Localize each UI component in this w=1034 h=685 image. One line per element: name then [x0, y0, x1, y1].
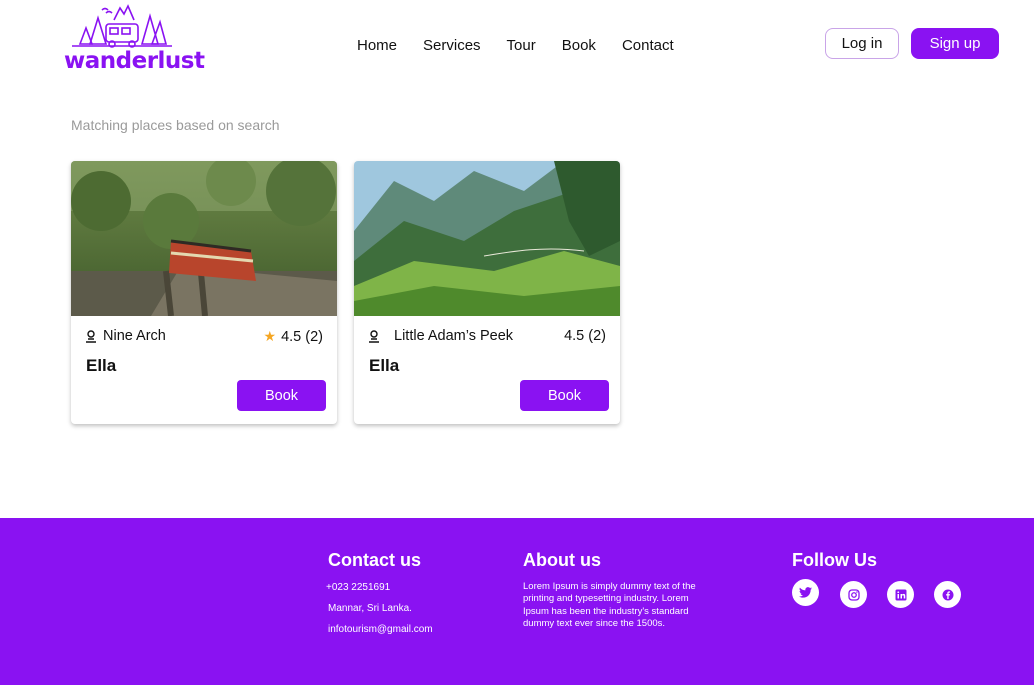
rating: 4.5 (2)	[564, 328, 606, 344]
nav-contact[interactable]: Contact	[622, 37, 674, 54]
star-icon: ★	[263, 328, 277, 344]
nav-home[interactable]: Home	[357, 37, 397, 54]
instagram-icon[interactable]	[840, 581, 867, 608]
main-nav: Home Services Tour Book Contact	[357, 37, 700, 54]
footer: Contact us +023 2251691 Mannar, Sri Lank…	[0, 518, 1034, 685]
contact-phone[interactable]: +023 2251691	[326, 582, 390, 593]
rating-value: 4.5 (2)	[281, 328, 323, 345]
logo-graphic-icon	[72, 4, 172, 48]
signup-button[interactable]: Sign up	[911, 28, 999, 59]
place-label: Nine Arch	[103, 328, 166, 344]
place-card[interactable]: Nine Arch ★ 4.5 (2) Ella Book	[71, 161, 337, 424]
place-card[interactable]: Little Adam’s Peek 4.5 (2) Ella Book	[354, 161, 620, 424]
book-button[interactable]: Book	[520, 380, 609, 411]
nav-services[interactable]: Services	[423, 37, 481, 54]
about-text: Lorem Ipsum is simply dummy text of the …	[523, 581, 696, 630]
place-label: Little Adam’s Peek	[394, 328, 514, 344]
location-pin-icon	[86, 329, 96, 343]
little-adams-peak-photo	[354, 161, 620, 316]
place-name: Nine Arch	[85, 328, 166, 344]
location-pin-icon	[369, 329, 379, 343]
contact-email[interactable]: infotourism@gmail.com	[328, 624, 433, 635]
place-name: Little Adam’s Peek	[368, 328, 513, 344]
nine-arch-photo	[71, 161, 337, 316]
page: wanderlust Home Services Tour Book Conta…	[0, 0, 1034, 685]
contact-title: Contact us	[328, 550, 422, 570]
twitter-icon[interactable]	[792, 579, 819, 606]
book-button[interactable]: Book	[237, 380, 326, 411]
contact-address: Mannar, Sri Lanka.	[328, 603, 412, 614]
linkedin-icon[interactable]	[887, 581, 914, 608]
rating-value: 4.5 (2)	[564, 328, 606, 344]
city-name: Ella	[369, 356, 400, 375]
logo[interactable]: wanderlust	[62, 4, 205, 74]
city-name: Ella	[86, 356, 117, 375]
about-title: About us	[523, 550, 601, 570]
nav-book[interactable]: Book	[562, 37, 596, 54]
logo-text: wanderlust	[64, 48, 205, 74]
rating: ★ 4.5 (2)	[264, 328, 323, 345]
login-button[interactable]: Log in	[825, 28, 899, 59]
facebook-icon[interactable]	[934, 581, 961, 608]
nav-tour[interactable]: Tour	[507, 37, 536, 54]
results-subtitle: Matching places based on search	[71, 117, 280, 133]
follow-title: Follow Us	[792, 550, 877, 570]
